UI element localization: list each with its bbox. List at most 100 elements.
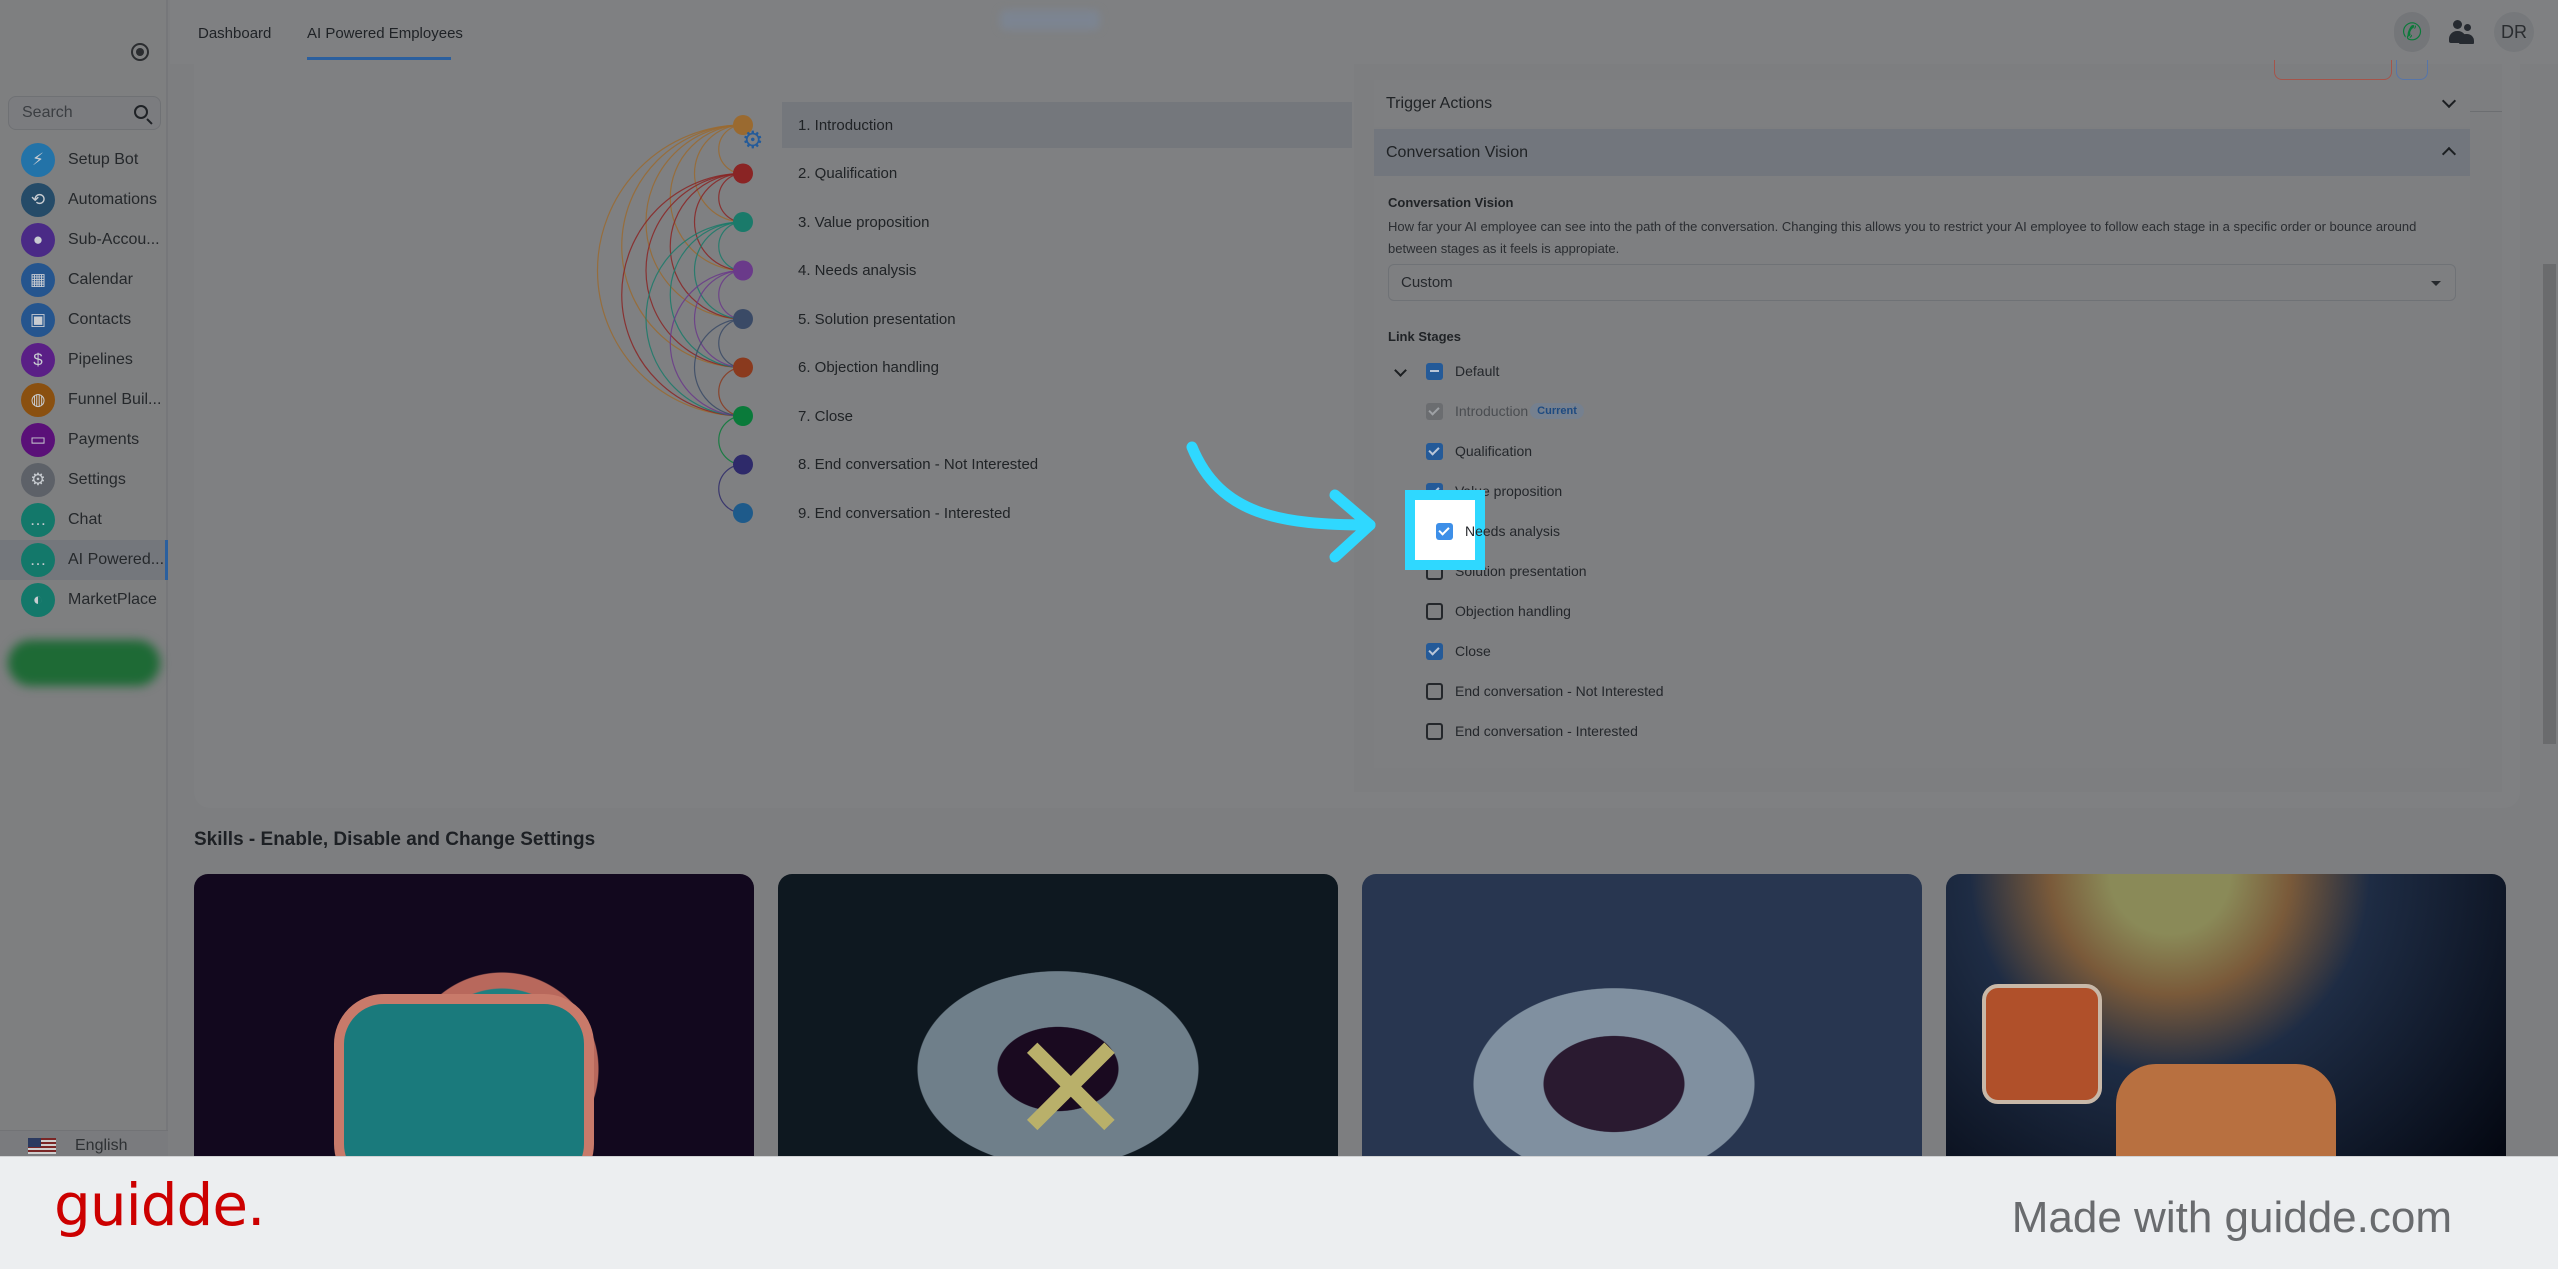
checkbox-label: Objection handling — [1455, 603, 1571, 619]
accordion-trigger-actions[interactable]: Trigger Actions — [1374, 80, 2470, 127]
vision-select[interactable]: Custom — [1388, 264, 2456, 301]
sidebar-item-label: Contacts — [68, 311, 132, 328]
stage-dot[interactable] — [733, 163, 753, 184]
checkbox-label: Qualification — [1455, 443, 1533, 459]
avatar[interactable]: DR — [2494, 12, 2534, 52]
skill-card-disabled-robot[interactable]: ✕ — [778, 874, 1338, 1174]
sidebar-item-label: Automations — [68, 191, 157, 208]
guidde-footer: guidde. Made with guidde.com — [0, 1156, 2558, 1269]
stage-label: 6. Objection handling — [798, 359, 939, 376]
record-icon[interactable] — [131, 43, 149, 61]
search-icon[interactable] — [134, 105, 148, 119]
bolt-icon: ⚡ — [21, 143, 55, 177]
stage-row[interactable]: 3. Value proposition — [782, 199, 1352, 245]
people-icon[interactable] — [2448, 18, 2476, 46]
checkbox-label: Introduction — [1455, 403, 1529, 419]
tab-dashboard[interactable]: Dashboard — [198, 25, 271, 42]
checkbox-label: End conversation - Interested — [1455, 723, 1638, 739]
stage-dot[interactable] — [733, 309, 753, 329]
needs-analysis-label: Needs analysis — [1465, 523, 1560, 539]
stage-row[interactable]: 1. Introduction — [782, 102, 1352, 148]
blurred-header-text — [1000, 10, 1100, 30]
sidebar-item-label: Funnel Buil... — [68, 391, 162, 408]
sidebar-item-label: Sub-Accou... — [68, 231, 160, 248]
stage-dot[interactable] — [733, 454, 753, 475]
sidebar-item[interactable]: ⚙ Settings — [0, 460, 168, 500]
checkbox-checked[interactable] — [1426, 642, 1443, 660]
tab-ai-powered-employees[interactable]: AI Powered Employees — [307, 25, 463, 60]
stage-label: 3. Value proposition — [798, 213, 930, 231]
sidebar-item[interactable]: ● Sub-Accou... — [0, 220, 168, 260]
sidebar-item[interactable]: ⚡ Setup Bot — [0, 140, 168, 180]
skill-card-chat-robot[interactable] — [1946, 874, 2506, 1174]
stage-dot[interactable] — [733, 357, 753, 378]
stage-row[interactable]: 5. Solution presentation — [782, 296, 1352, 342]
sidebar-search-input[interactable]: Search — [8, 96, 161, 130]
sidebar-item[interactable]: ▭ Payments — [0, 420, 168, 460]
gear-icon[interactable]: ⚙ — [742, 129, 766, 153]
sidebar-item[interactable]: ▣ Contacts — [0, 300, 168, 340]
blurred-button[interactable] — [8, 640, 160, 686]
phone-icon[interactable]: ✆ — [2394, 12, 2430, 52]
link-stage-item[interactable]: End conversation - Interested — [1426, 720, 1638, 742]
sidebar-item[interactable]: ▦ Calendar — [0, 260, 168, 300]
stage-row[interactable]: 6. Objection handling — [782, 345, 1352, 391]
robot-face-image — [334, 994, 594, 1174]
link-stage-item[interactable]: Close — [1426, 640, 1491, 662]
link-stage-item[interactable]: Introduction Current — [1426, 400, 1584, 422]
sidebar-item[interactable]: ⟲ Automations — [0, 180, 168, 220]
automation-icon: ⟲ — [21, 183, 55, 217]
stage-label: 5. Solution presentation — [798, 310, 956, 328]
current-badge: Current — [1530, 403, 1584, 419]
accordion-conversation-vision[interactable]: Conversation Vision — [1374, 129, 2470, 176]
link-stages-title: Link Stages — [1388, 329, 1461, 344]
search-placeholder: Search — [22, 104, 73, 121]
stage-settings-panel: Trigger Actions Conversation Vision Conv… — [1354, 60, 2502, 792]
needs-analysis-checkbox[interactable] — [1436, 523, 1453, 540]
sidebar-item-label: Calendar — [68, 271, 133, 288]
contacts-icon: ▣ — [21, 303, 55, 337]
sidebar-item-label: Settings — [68, 471, 126, 488]
checkbox-empty[interactable] — [1426, 602, 1443, 620]
vision-select-value: Custom — [1401, 274, 1453, 291]
stage-row[interactable]: 2. Qualification — [782, 151, 1352, 197]
checkbox-partial[interactable] — [1426, 362, 1443, 380]
link-stage-item[interactable]: Objection handling — [1426, 600, 1571, 622]
stage-row[interactable]: 4. Needs analysis — [782, 248, 1352, 294]
sidebar-item[interactable]: $ Pipelines — [0, 340, 168, 380]
skill-card-pointing-robot[interactable] — [1362, 874, 1922, 1174]
sidebar-item[interactable]: … AI Powered... — [0, 540, 168, 580]
checkbox-label: Default — [1455, 363, 1500, 379]
checkbox-empty[interactable] — [1426, 682, 1443, 700]
chevron-down-icon[interactable] — [1394, 364, 1407, 377]
sidebar-item-label: Chat — [68, 511, 102, 528]
sidebar-item-label: Payments — [68, 431, 140, 448]
stage-dot[interactable] — [733, 212, 753, 232]
link-stage-item[interactable]: End conversation - Not Interested — [1426, 680, 1664, 702]
guidde-logo: guidde. — [54, 1171, 265, 1239]
save-button[interactable] — [2396, 60, 2428, 80]
stage-dot[interactable] — [733, 260, 753, 281]
checkbox-label: Close — [1455, 643, 1491, 659]
sidebar-item[interactable]: … Chat — [0, 500, 168, 540]
skill-card-happy-robot[interactable] — [194, 874, 754, 1174]
link-stage-item[interactable]: Qualification — [1426, 440, 1532, 462]
stage-label: 2. Qualification — [798, 165, 898, 182]
sidebar-item[interactable]: ◐ MarketPlace — [0, 580, 168, 620]
chat-icon: … — [21, 543, 55, 577]
chat-bubble-image — [1982, 984, 2102, 1104]
stage-dot[interactable] — [733, 406, 753, 426]
top-actions: ✆ DR — [2394, 12, 2534, 52]
made-with-text: Made with guidde.com — [2011, 1193, 2452, 1242]
stage-label: 8. End conversation - Not Interested — [798, 456, 1039, 473]
sidebar-item[interactable]: ◍ Funnel Buil... — [0, 380, 168, 420]
page-scrollbar[interactable] — [2543, 264, 2556, 744]
conversation-vision-body: Conversation Vision How far your AI empl… — [1374, 176, 2470, 768]
stage-dot[interactable] — [733, 503, 753, 523]
tree-root-default[interactable]: Default — [1426, 360, 1499, 382]
delete-button[interactable] — [2274, 60, 2392, 80]
dollar-icon: $ — [21, 343, 55, 377]
checkbox-empty[interactable] — [1426, 722, 1443, 740]
checkbox-checked[interactable] — [1426, 442, 1443, 460]
chevron-down-icon — [2441, 93, 2457, 109]
